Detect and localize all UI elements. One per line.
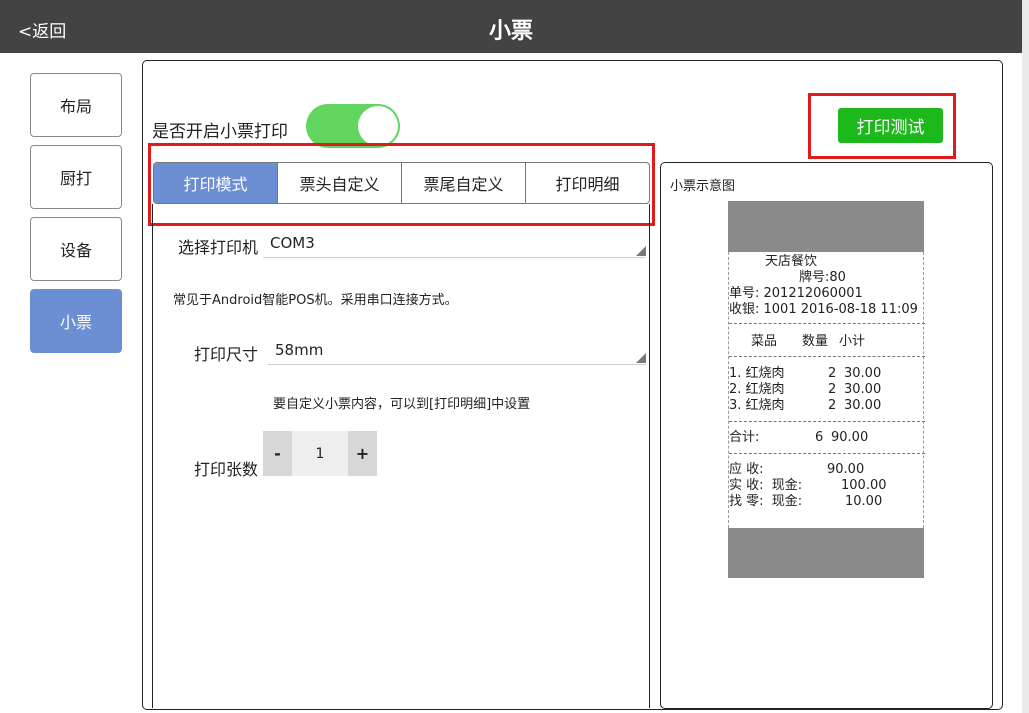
receipt-col-item: 菜品 xyxy=(751,334,778,349)
copies-value[interactable]: 1 xyxy=(292,431,348,476)
receipt-item-qty: 2 xyxy=(828,382,837,397)
sidebar-item-layout[interactable]: 布局 xyxy=(30,73,122,137)
printer-hint: 常见于Android智能POS机。采用串口连接方式。 xyxy=(173,293,458,308)
receipt-divider xyxy=(729,323,925,324)
sidebar-item-label: 设备 xyxy=(59,241,92,260)
top-bar: <返回 小票 xyxy=(0,0,1022,53)
receipt-preview: 天店餐饮 牌号:80 单号: 201212060001 收银: 1001 201… xyxy=(728,201,925,578)
print-test-button[interactable]: 打印测试 xyxy=(838,108,943,143)
sidebar-item-device[interactable]: 设备 xyxy=(30,217,122,281)
copies-plus-button[interactable]: + xyxy=(348,431,377,476)
receipt-receivable: 90.00 xyxy=(827,462,865,477)
tab-header-custom[interactable]: 票头自定义 xyxy=(277,163,401,203)
receipt-item-qty: 2 xyxy=(828,366,837,381)
sidebar-item-label: 厨打 xyxy=(59,169,92,188)
receipt-paid: 100.00 xyxy=(841,478,887,493)
size-label: 打印尺寸 xyxy=(194,345,259,364)
size-select-value: 58mm xyxy=(275,341,324,359)
receipt-paid-label: 实 收: 现金: xyxy=(729,478,803,493)
page-title: 小票 xyxy=(488,19,533,44)
enable-receipt-label: 是否开启小票打印 xyxy=(152,122,288,142)
copies-label: 打印张数 xyxy=(194,460,259,479)
receipt-table-no: 牌号:80 xyxy=(799,270,846,285)
receipt-total-label: 合计: xyxy=(729,430,760,445)
receipt-change-label: 找 零: 现金: xyxy=(729,494,803,509)
receipt-cashier: 收银: 1001 2016-08-18 11:09 xyxy=(729,302,918,317)
scrollbar-track xyxy=(1022,0,1029,713)
sidebar-item-label: 布局 xyxy=(59,97,92,116)
receipt-item-amount: 30.00 xyxy=(844,382,882,397)
printer-select-value: COM3 xyxy=(270,234,315,252)
tab-bar: 打印模式 票头自定义 票尾自定义 打印明细 xyxy=(153,162,650,204)
receipt-col-subtotal: 小计 xyxy=(839,334,866,349)
printer-label: 选择打印机 xyxy=(178,238,259,257)
size-hint: 要自定义小票内容，可以到[打印明细]中设置 xyxy=(273,397,531,412)
printer-select[interactable]: COM3 xyxy=(263,234,646,258)
toggle-knob xyxy=(358,106,398,146)
preview-title: 小票示意图 xyxy=(670,179,736,194)
sidebar-item-label: 小票 xyxy=(59,313,92,332)
copies-minus-button[interactable]: - xyxy=(263,431,292,476)
size-select[interactable]: 58mm xyxy=(268,341,646,365)
receipt-shop-name: 天店餐饮 xyxy=(765,254,818,269)
receipt-change: 10.00 xyxy=(845,494,883,509)
receipt-total-amount: 90.00 xyxy=(831,430,869,445)
dropdown-arrow-icon xyxy=(636,353,646,363)
sidebar-item-kitchen-print[interactable]: 厨打 xyxy=(30,145,122,209)
receipt-item-name: 2. 红烧肉 xyxy=(729,382,785,397)
enable-receipt-toggle[interactable] xyxy=(306,104,400,148)
receipt-item-amount: 30.00 xyxy=(844,398,882,413)
receipt-divider xyxy=(729,356,925,357)
tab-print-detail[interactable]: 打印明细 xyxy=(525,163,649,203)
receipt-item-name: 1. 红烧肉 xyxy=(729,366,785,381)
dropdown-arrow-icon xyxy=(636,246,646,256)
tab-footer-custom[interactable]: 票尾自定义 xyxy=(401,163,525,203)
receipt-item-name: 3. 红烧肉 xyxy=(729,398,785,413)
copies-stepper: - 1 + xyxy=(263,431,377,476)
receipt-divider xyxy=(729,453,925,454)
receipt-divider xyxy=(729,421,925,422)
receipt-receivable-label: 应 收: xyxy=(729,462,764,477)
receipt-order-no: 单号: 201212060001 xyxy=(729,286,863,301)
tab-print-mode[interactable]: 打印模式 xyxy=(154,163,277,203)
receipt-col-qty: 数量 xyxy=(802,334,829,349)
receipt-total-qty: 6 xyxy=(815,430,824,445)
receipt-item-qty: 2 xyxy=(828,398,837,413)
receipt-item-amount: 30.00 xyxy=(844,366,882,381)
receipt-paper: 天店餐饮 牌号:80 单号: 201212060001 收银: 1001 201… xyxy=(728,252,925,528)
sidebar-item-receipt[interactable]: 小票 xyxy=(30,289,122,353)
